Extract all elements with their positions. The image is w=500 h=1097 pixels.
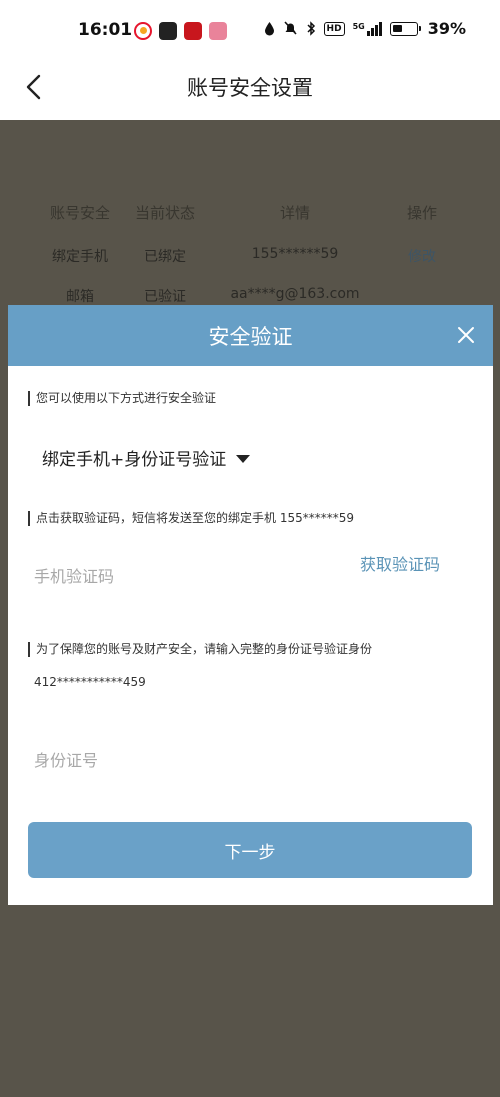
id-number-input[interactable] (34, 745, 414, 775)
masked-id-number: 412***********459 (34, 675, 146, 689)
column-header: 账号安全 (49, 204, 111, 222)
hd-icon: HD (323, 21, 345, 36)
nav-bar: 账号安全设置 (0, 62, 500, 120)
study-app-icon (184, 22, 202, 40)
method-hint: 您可以使用以下方式进行安全验证 (28, 391, 216, 406)
page-title: 账号安全设置 (187, 76, 313, 100)
column-header: 详情 (279, 204, 311, 222)
verification-method-select[interactable]: 绑定手机+身份证号验证 (42, 445, 251, 470)
battery-percent: 39% (427, 19, 466, 38)
table-cell: 155******59 (251, 246, 339, 262)
table-cell: aa****g@163.com (230, 286, 360, 302)
table-cell: 已验证 (144, 289, 186, 305)
table-cell: 已绑定 (144, 249, 186, 265)
table-row: 绑定手机 已绑定 155******59 修改 (0, 246, 500, 270)
news-app-icon (159, 22, 177, 40)
method-selected-label: 绑定手机+身份证号验证 (42, 450, 227, 470)
water-drop-icon (264, 22, 274, 36)
sms-hint: 点击获取验证码，短信将发送至您的绑定手机 155******59 (28, 511, 354, 526)
dialog-title: 安全验证 (208, 325, 293, 349)
edit-link[interactable]: 修改 (408, 246, 436, 266)
column-header: 当前状态 (134, 204, 196, 222)
table-header: 账号安全 当前状态 详情 操作 (0, 202, 500, 226)
next-step-button[interactable]: 下一步 (28, 822, 472, 878)
dialog-header: 安全验证 (8, 305, 493, 366)
battery-icon (389, 21, 421, 36)
5g-signal-icon: 5G (353, 21, 382, 36)
pink-app-icon (209, 22, 227, 40)
status-indicators: HD 5G 39% (264, 19, 466, 38)
weibo-icon (134, 22, 152, 40)
security-verification-dialog: 安全验证 您可以使用以下方式进行安全验证 绑定手机+身份证号验证 点击获取验证码… (8, 305, 493, 905)
bluetooth-icon (307, 21, 315, 36)
status-time: 16:01 (78, 20, 133, 40)
close-icon[interactable] (455, 324, 477, 346)
bell-muted-icon (283, 21, 297, 35)
table-cell: 绑定手机 (52, 249, 108, 265)
column-header: 操作 (406, 204, 438, 222)
table-cell: 邮箱 (66, 289, 94, 305)
status-bar: 16:01 HD 5G 39% (0, 0, 500, 62)
sms-code-input[interactable] (34, 561, 334, 591)
notification-app-icons (134, 22, 227, 40)
caret-down-icon (236, 454, 251, 463)
get-code-button[interactable]: 获取验证码 (360, 551, 440, 575)
id-hint: 为了保障您的账号及财产安全，请输入完整的身份证号验证身份 (28, 642, 372, 657)
